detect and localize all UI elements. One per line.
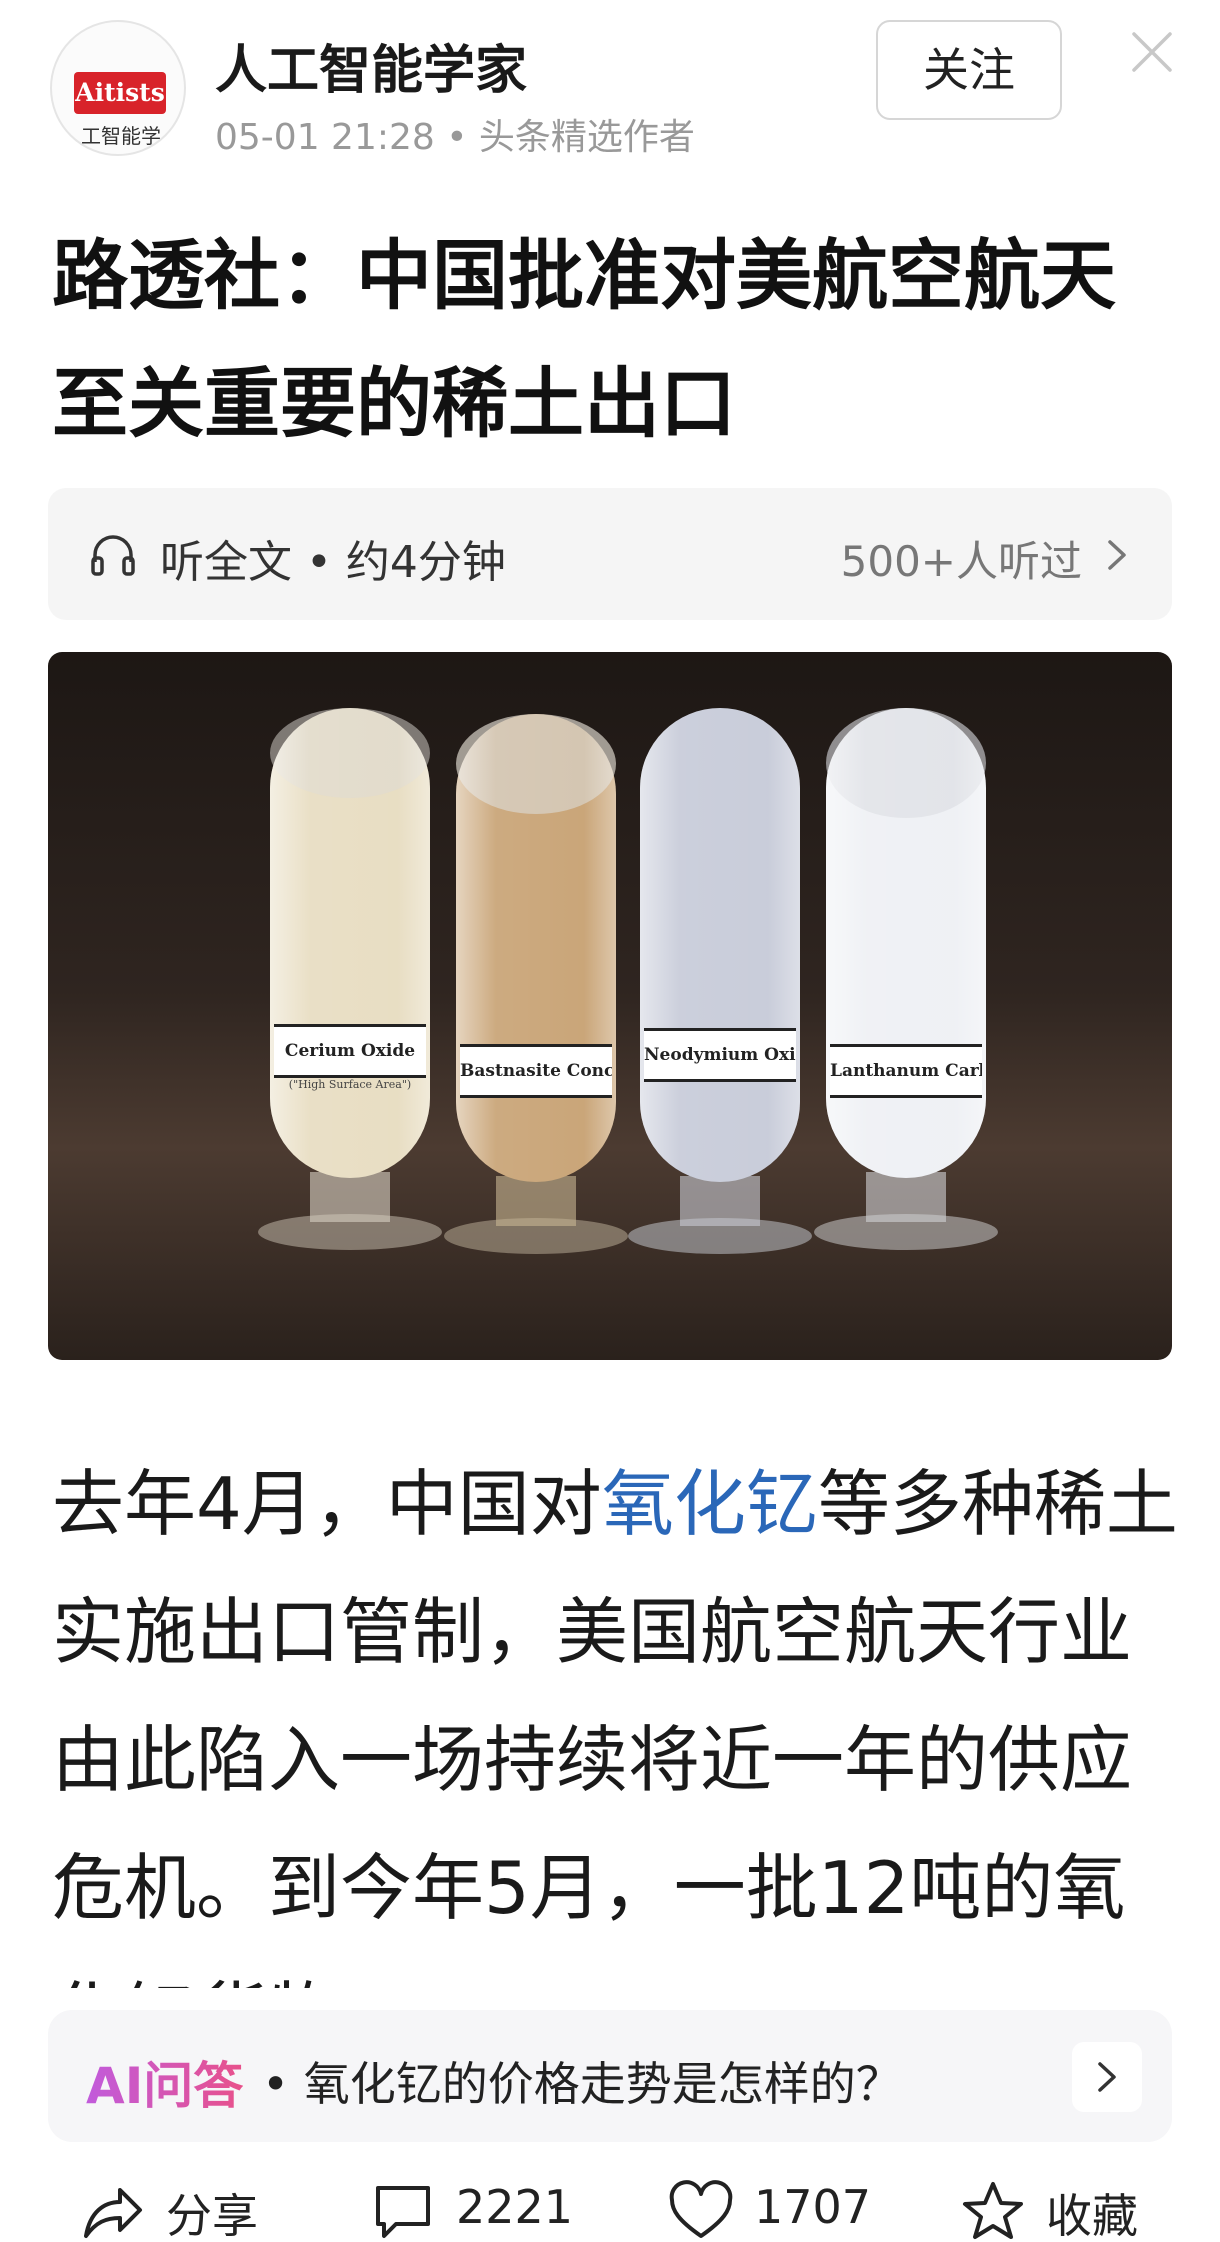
share-label: 分享 bbox=[166, 2189, 258, 2242]
article-header: Aitists 工智能学 人工智能学家 05-01 21:28 • 头条精选作者… bbox=[0, 0, 1220, 170]
ai-arrow-button[interactable] bbox=[1072, 2042, 1142, 2112]
share-button[interactable]: 分享 bbox=[80, 2180, 300, 2242]
avatar[interactable]: Aitists 工智能学 bbox=[50, 20, 186, 156]
vial-label-cerium: Cerium Oxide bbox=[274, 1024, 426, 1078]
bottom-action-bar: 分享 2221 1707 收藏 bbox=[0, 2160, 1220, 2242]
comments-count: 2221 bbox=[456, 2180, 574, 2234]
heart-icon bbox=[669, 2180, 733, 2238]
avatar-subtext: 工智能学 bbox=[81, 124, 161, 148]
article-title: 路透社：中国批准对美航空航天至关重要的稀土出口 bbox=[52, 231, 1116, 448]
chevron-right-icon bbox=[1108, 540, 1126, 570]
ai-question[interactable]: • 氧化钇的价格走势是怎样的？ bbox=[262, 2048, 902, 2114]
author-name[interactable]: 人工智能学家 bbox=[215, 28, 527, 103]
share-icon bbox=[84, 2188, 142, 2238]
vial-cerium bbox=[258, 708, 442, 1250]
vial-neodymium bbox=[628, 708, 812, 1254]
headphones-icon bbox=[91, 535, 135, 576]
comment-icon bbox=[376, 2186, 430, 2238]
comment-button[interactable]: 2221 bbox=[370, 2180, 620, 2242]
close-icon[interactable] bbox=[1130, 30, 1174, 74]
body-text-prefix: 去年4月，中国对 bbox=[52, 1462, 602, 1546]
vial-lanthanum bbox=[814, 708, 998, 1250]
vial-bastnasite bbox=[444, 714, 628, 1254]
ai-qa-label: AI问答 bbox=[86, 2046, 243, 2118]
chevron-right-icon bbox=[1098, 2062, 1116, 2092]
author-meta: 05-01 21:28 • 头条精选作者 bbox=[215, 117, 695, 158]
vial-label-lanthanum: Lanthanum Carbonate bbox=[830, 1044, 982, 1098]
likes-count: 1707 bbox=[754, 2180, 872, 2234]
keyword-link[interactable]: 氧化钇 bbox=[602, 1462, 818, 1546]
listen-label: 听全文 • 约4分钟 bbox=[160, 537, 506, 588]
rare-earth-vials-illustration bbox=[258, 708, 998, 1254]
vial-sublabel-cerium: ("High Surface Area") bbox=[288, 1078, 412, 1091]
avatar-logo: Aitists bbox=[74, 72, 166, 114]
like-button[interactable]: 1707 bbox=[668, 2180, 918, 2242]
favorite-label: 收藏 bbox=[1046, 2189, 1138, 2242]
ai-qa-bar[interactable]: AI问答 • 氧化钇的价格走势是怎样的？ bbox=[48, 2010, 1172, 2142]
vial-label-neodymium: Neodymium Oxide bbox=[644, 1028, 796, 1082]
vial-label-bastnasite: Bastnasite Concentrate bbox=[460, 1044, 612, 1098]
listen-bar[interactable]: 听全文 • 约4分钟 500+人听过 bbox=[48, 488, 1172, 620]
article-image[interactable]: Cerium Oxide Bastnasite Concentrate Neod… bbox=[48, 652, 1172, 1360]
article-body: 去年4月，中国对氧化钇等多种稀土实施出口管制，美国航空航天行业由此陷入一场持续将… bbox=[52, 1440, 1182, 1988]
favorite-button[interactable]: 收藏 bbox=[960, 2180, 1190, 2242]
follow-button[interactable]: 关注 bbox=[876, 20, 1062, 120]
article-page: Aitists 工智能学 人工智能学家 05-01 21:28 • 头条精选作者… bbox=[0, 0, 1220, 2242]
star-icon bbox=[963, 2182, 1023, 2239]
listeners-count: 500+人听过 bbox=[840, 537, 1082, 586]
